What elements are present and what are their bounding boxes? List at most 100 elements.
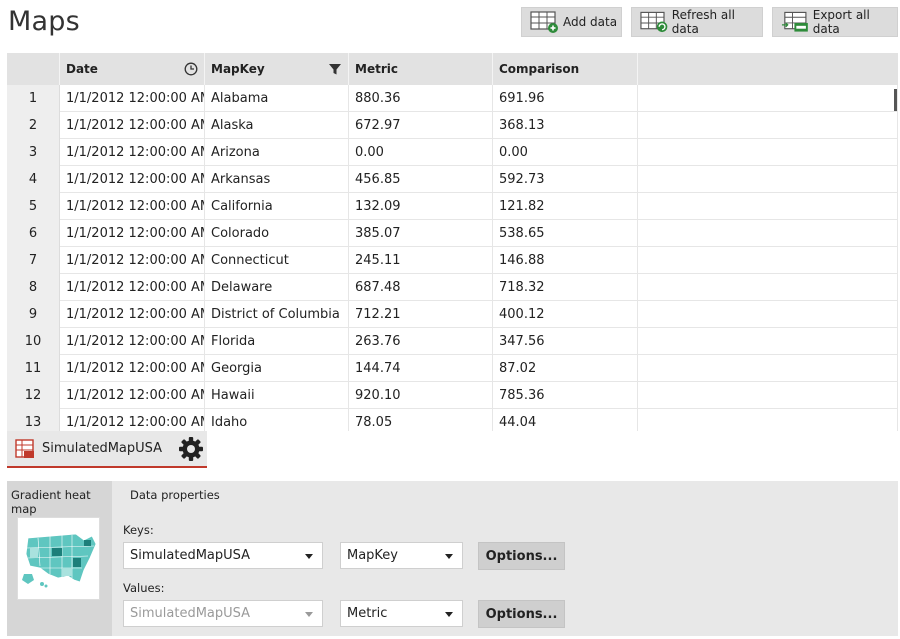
table-row[interactable]: 3 1/1/2012 12:00:00 AM Arizona 0.00 0.00 [7,139,898,166]
cell-metric[interactable]: 263.76 [349,328,493,355]
export-all-data-button[interactable]: Export all data [772,7,898,37]
cell-date[interactable]: 1/1/2012 12:00:00 AM [60,382,205,409]
table-row[interactable]: 7 1/1/2012 12:00:00 AM Connecticut 245.11 14… [7,247,898,274]
cell-empty[interactable] [638,247,898,274]
keys-column-dropdown[interactable]: MapKey [340,542,463,569]
cell-comparison[interactable]: 592.73 [493,166,638,193]
table-row[interactable]: 6 1/1/2012 12:00:00 AM Colorado 385.07 538.6… [7,220,898,247]
cell-date[interactable]: 1/1/2012 12:00:00 AM [60,301,205,328]
table-row[interactable]: 12 1/1/2012 12:00:00 AM Hawaii 920.10 785.36 [7,382,898,409]
cell-mapkey[interactable]: Florida [205,328,349,355]
cell-metric[interactable]: 78.05 [349,409,493,431]
cell-metric[interactable]: 672.97 [349,112,493,139]
cell-metric[interactable]: 920.10 [349,382,493,409]
cell-empty[interactable] [638,139,898,166]
filter-icon[interactable] [328,62,342,76]
cell-empty[interactable] [638,193,898,220]
cell-metric[interactable]: 456.85 [349,166,493,193]
column-header-metric[interactable]: Metric [349,53,493,85]
cell-mapkey[interactable]: District of Columbia [205,301,349,328]
cell-date[interactable]: 1/1/2012 12:00:00 AM [60,112,205,139]
cell-empty[interactable] [638,328,898,355]
vertical-scrollbar[interactable] [894,89,897,111]
cell-comparison[interactable]: 87.02 [493,355,638,382]
values-options-button[interactable]: Options... [478,600,565,628]
cell-comparison[interactable]: 691.96 [493,85,638,112]
cell-empty[interactable] [638,220,898,247]
cell-metric[interactable]: 687.48 [349,274,493,301]
table-row[interactable]: 4 1/1/2012 12:00:00 AM Arkansas 456.85 592.7… [7,166,898,193]
gear-icon[interactable] [178,436,204,462]
cell-metric[interactable]: 0.00 [349,139,493,166]
cell-empty[interactable] [638,301,898,328]
table-row[interactable]: 1 1/1/2012 12:00:00 AM Alabama 880.36 691.96 [7,85,898,112]
cell-metric[interactable]: 144.74 [349,355,493,382]
cell-comparison[interactable]: 538.65 [493,220,638,247]
cell-date[interactable]: 1/1/2012 12:00:00 AM [60,355,205,382]
column-header-date[interactable]: Date [60,53,205,85]
cell-date[interactable]: 1/1/2012 12:00:00 AM [60,139,205,166]
cell-empty[interactable] [638,382,898,409]
clock-icon[interactable] [184,62,198,76]
cell-comparison[interactable]: 400.12 [493,301,638,328]
cell-comparison[interactable]: 785.36 [493,382,638,409]
cell-metric[interactable]: 880.36 [349,85,493,112]
table-row[interactable]: 11 1/1/2012 12:00:00 AM Georgia 144.74 87.02 [7,355,898,382]
table-row[interactable]: 5 1/1/2012 12:00:00 AM California 132.09 121… [7,193,898,220]
values-source-dropdown[interactable]: SimulatedMapUSA [123,600,323,627]
cell-mapkey[interactable]: Delaware [205,274,349,301]
cell-metric[interactable]: 245.11 [349,247,493,274]
table-row[interactable]: 8 1/1/2012 12:00:00 AM Delaware 687.48 718.3… [7,274,898,301]
cell-mapkey[interactable]: Alabama [205,85,349,112]
cell-metric[interactable]: 132.09 [349,193,493,220]
cell-empty[interactable] [638,355,898,382]
cell-empty[interactable] [638,274,898,301]
map-thumbnail[interactable] [17,517,100,600]
refresh-all-data-button[interactable]: Refresh all data [631,7,763,37]
cell-comparison[interactable]: 368.13 [493,112,638,139]
cell-empty[interactable] [638,85,898,112]
cell-mapkey[interactable]: Georgia [205,355,349,382]
keys-source-dropdown[interactable]: SimulatedMapUSA [123,542,323,569]
column-header-label: Comparison [499,62,580,76]
cell-comparison[interactable]: 0.00 [493,139,638,166]
cell-comparison[interactable]: 121.82 [493,193,638,220]
cell-mapkey[interactable]: Arizona [205,139,349,166]
visualization-selector[interactable]: Gradient heat map [7,481,112,636]
cell-empty[interactable] [638,112,898,139]
table-row[interactable]: 9 1/1/2012 12:00:00 AM District of Columbi… [7,301,898,328]
cell-date[interactable]: 1/1/2012 12:00:00 AM [60,247,205,274]
table-row[interactable]: 2 1/1/2012 12:00:00 AM Alaska 672.97 368.13 [7,112,898,139]
sheet-tab[interactable]: SimulatedMapUSA [7,431,207,468]
export-all-data-label: Export all data [812,8,870,36]
table-row[interactable]: 10 1/1/2012 12:00:00 AM Florida 263.76 347.5… [7,328,898,355]
cell-mapkey[interactable]: Hawaii [205,382,349,409]
column-header-comparison[interactable]: Comparison [493,53,638,85]
table-row[interactable]: 13 1/1/2012 12:00:00 AM Idaho 78.05 44.04 [7,409,898,431]
column-header-mapkey[interactable]: MapKey [205,53,349,85]
cell-mapkey[interactable]: Idaho [205,409,349,431]
cell-mapkey[interactable]: Colorado [205,220,349,247]
cell-empty[interactable] [638,409,898,431]
cell-date[interactable]: 1/1/2012 12:00:00 AM [60,409,205,431]
cell-mapkey[interactable]: Connecticut [205,247,349,274]
cell-comparison[interactable]: 44.04 [493,409,638,431]
cell-date[interactable]: 1/1/2012 12:00:00 AM [60,220,205,247]
cell-metric[interactable]: 712.21 [349,301,493,328]
cell-comparison[interactable]: 718.32 [493,274,638,301]
cell-mapkey[interactable]: Arkansas [205,166,349,193]
values-column-dropdown[interactable]: Metric [340,600,463,627]
cell-empty[interactable] [638,166,898,193]
cell-date[interactable]: 1/1/2012 12:00:00 AM [60,193,205,220]
add-data-button[interactable]: Add data [521,7,622,37]
cell-mapkey[interactable]: California [205,193,349,220]
keys-options-button[interactable]: Options... [478,542,565,570]
cell-comparison[interactable]: 146.88 [493,247,638,274]
cell-date[interactable]: 1/1/2012 12:00:00 AM [60,85,205,112]
cell-metric[interactable]: 385.07 [349,220,493,247]
cell-date[interactable]: 1/1/2012 12:00:00 AM [60,328,205,355]
cell-date[interactable]: 1/1/2012 12:00:00 AM [60,166,205,193]
cell-mapkey[interactable]: Alaska [205,112,349,139]
cell-comparison[interactable]: 347.56 [493,328,638,355]
cell-date[interactable]: 1/1/2012 12:00:00 AM [60,274,205,301]
